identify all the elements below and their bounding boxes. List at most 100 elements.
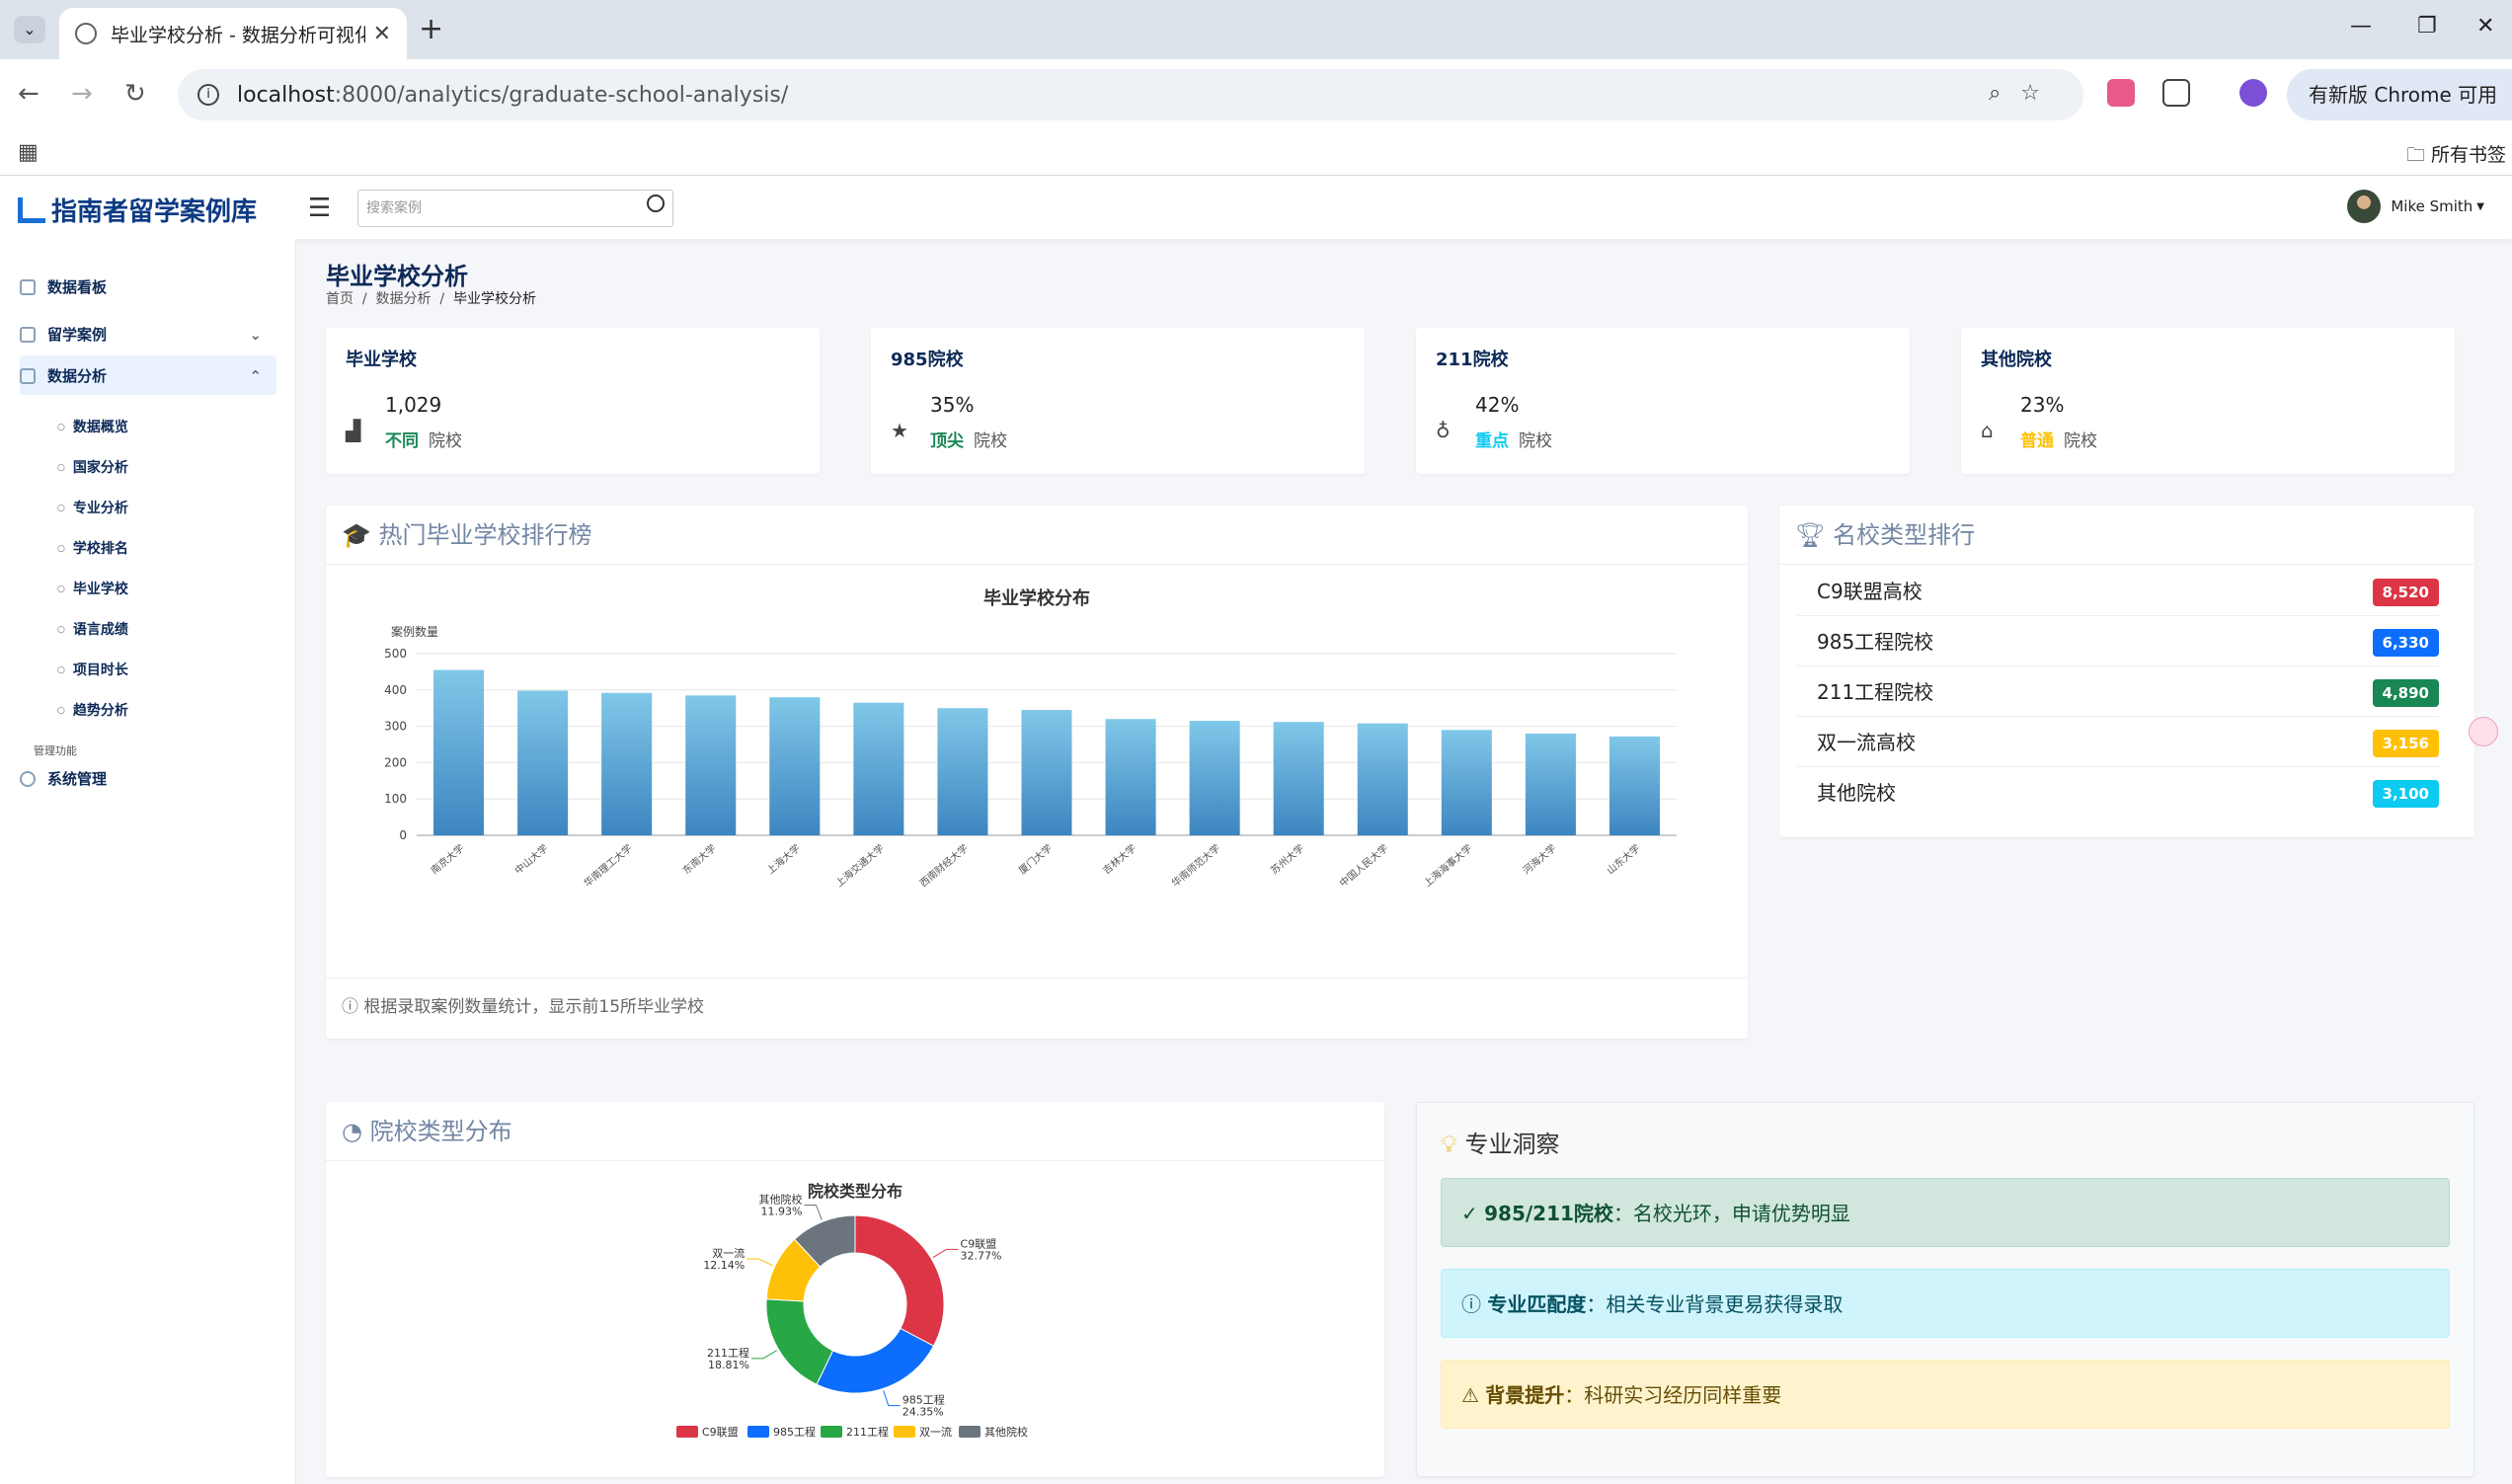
- rank-badge: 6,330: [2372, 629, 2439, 657]
- browser-tab[interactable]: 毕业学校分析 - 数据分析可视化 ✕: [59, 8, 407, 59]
- stat-title: 其他院校: [1981, 350, 2052, 370]
- breadcrumb-analytics[interactable]: 数据分析: [376, 291, 432, 307]
- pie-label: 其他院校: [758, 1192, 802, 1206]
- check-icon: ✓: [1461, 1202, 1478, 1225]
- sidebar: 数据看板 留学案例 ⌄ 数据分析 ⌃ 数据概览 国家分析 专业分析 学校排名 毕业学…: [0, 239, 296, 1484]
- logo[interactable]: 指南者留学案例库: [18, 192, 257, 228]
- rank-badge: 3,100: [2372, 780, 2439, 808]
- globe-icon: [75, 23, 97, 44]
- insight-bold: 背景提升: [1485, 1383, 1565, 1407]
- forward-button[interactable]: →: [71, 79, 93, 109]
- sidebar-sub-overview[interactable]: 数据概览: [57, 417, 128, 436]
- sidebar-sub-duration[interactable]: 项目时长: [57, 660, 128, 679]
- zoom-and-star-icons[interactable]: ⌕☆: [1989, 81, 2060, 106]
- address-bar[interactable]: i localhost:8000/analytics/graduate-scho…: [178, 69, 2083, 120]
- legend-swatch: [676, 1426, 698, 1438]
- sidebar-item-cases[interactable]: 留学案例 ⌄: [20, 324, 262, 345]
- footer-text: 根据录取案例数量统计，显示前15所毕业学校: [363, 997, 705, 1017]
- logo-mark-icon: [18, 196, 45, 223]
- close-window-button[interactable]: ✕: [2476, 14, 2494, 39]
- insight-item: ✓ 985/211院校：名校光环，申请优势明显: [1441, 1178, 2450, 1247]
- x-tick-label: 吉林大学: [1100, 841, 1138, 877]
- back-button[interactable]: ←: [18, 79, 39, 109]
- close-tab-icon[interactable]: ✕: [373, 22, 391, 46]
- stat-unit: 院校: [1519, 431, 1552, 451]
- minimize-button[interactable]: —: [2350, 14, 2372, 39]
- pie-slice: [816, 1327, 935, 1394]
- bar: [937, 708, 988, 835]
- bar: [433, 669, 485, 835]
- rank-badge: 8,520: [2372, 579, 2439, 606]
- insight-bold: 985/211院校: [1484, 1202, 1613, 1225]
- school-ranking-card: 🎓 热门毕业学校排行榜 毕业学校分布 案例数量 0 100 200 300 400 500 南京…: [326, 506, 1748, 1039]
- rank-row: 985工程院校 6,330: [1797, 617, 2439, 666]
- x-tick-label: 山东大学: [1604, 841, 1642, 877]
- legend-swatch: [959, 1426, 981, 1438]
- card-header: 🎓 热门毕业学校排行榜: [326, 506, 1748, 565]
- all-bookmarks[interactable]: 🗀 所有书签: [2406, 140, 2506, 173]
- document-icon: [20, 326, 36, 343]
- sidebar-sub-major[interactable]: 专业分析: [57, 498, 128, 517]
- stat-tag: 不同: [385, 431, 419, 451]
- profile-icon[interactable]: [2239, 79, 2267, 107]
- sidebar-label: 系统管理: [47, 770, 108, 788]
- insight-bold: 专业匹配度: [1487, 1292, 1587, 1316]
- chevron-up-icon: ⌃: [249, 366, 262, 385]
- legend-label: 985工程: [773, 1426, 816, 1439]
- reload-button[interactable]: ↻: [124, 79, 146, 109]
- sidebar-item-dashboard[interactable]: 数据看板: [20, 276, 107, 297]
- floating-translate-icon[interactable]: [2469, 717, 2498, 746]
- warning-icon: ⚠: [1461, 1383, 1479, 1407]
- translate-extension-icon[interactable]: [2107, 79, 2135, 107]
- search-icon[interactable]: [647, 195, 665, 212]
- stat-tag: 顶尖: [930, 431, 964, 451]
- apps-grid-icon[interactable]: ▦: [18, 140, 39, 165]
- bar: [1273, 722, 1324, 835]
- breadcrumb: 首页 / 数据分析 / 毕业学校分析: [326, 291, 537, 307]
- user-menu[interactable]: Mike Smith ▼: [2347, 190, 2484, 223]
- card-footer: ⓘ 根据录取案例数量统计，显示前15所毕业学校: [326, 977, 1748, 1031]
- x-tick-label: 上海大学: [764, 841, 803, 877]
- new-tab-button[interactable]: +: [419, 12, 443, 46]
- sidebar-sub-trend[interactable]: 趋势分析: [57, 700, 128, 720]
- pie-slice: [854, 1214, 945, 1347]
- extensions-icon[interactable]: [2162, 79, 2190, 107]
- breadcrumb-home[interactable]: 首页: [326, 291, 353, 307]
- page-title: 毕业学校分析: [326, 263, 468, 290]
- star-icon: ★: [891, 419, 908, 442]
- stat-card-other: 其他院校 ⌂ 23% 普通 院校: [1961, 328, 2455, 474]
- sidebar-sub-graduate-school[interactable]: 毕业学校: [57, 579, 128, 598]
- site-info-icon[interactable]: i: [197, 84, 219, 106]
- sidebar-sub-language[interactable]: 语言成绩: [57, 619, 128, 639]
- tab-search-button[interactable]: ⌄: [14, 16, 45, 43]
- chart-title: 毕业学校分布: [983, 587, 1090, 609]
- graduation-cap-icon: 🎓: [342, 521, 371, 549]
- sidebar-sub-country[interactable]: 国家分析: [57, 457, 128, 477]
- card-header: ◔ 院校类型分布: [326, 1102, 1384, 1161]
- y-tick-label: 500: [384, 647, 407, 661]
- stat-title: 毕业学校: [346, 350, 417, 370]
- school-type-distribution-card: ◔ 院校类型分布 院校类型分布 C9联盟 32.77% 985工程 24.35% 211工…: [326, 1102, 1384, 1477]
- chevron-down-icon: ⌄: [249, 325, 262, 344]
- x-tick-label: 西南财经大学: [917, 841, 971, 890]
- browser-toolbar: ← → ↻ i localhost:8000/analytics/graduat…: [0, 59, 2512, 130]
- search-input[interactable]: 搜索案例: [357, 190, 673, 227]
- pie-label-line: [750, 1350, 777, 1360]
- stat-tag: 普通: [2020, 431, 2054, 451]
- insight-card: 💡︎ 专业洞察 ✓ 985/211院校：名校光环，申请优势明显 ⓘ 专业匹配度：…: [1416, 1102, 2474, 1477]
- y-tick-label: 200: [384, 755, 407, 769]
- bar-chart: 毕业学校分布案例数量 0 100 200 300 400 500 南京大学 中山大学 华南理工大学…: [384, 587, 1677, 890]
- stat-value: 42%: [1475, 393, 1520, 417]
- chrome-update-button[interactable]: 有新版 Chrome 可用: [2287, 69, 2512, 120]
- pie-label: 双一流: [712, 1246, 745, 1260]
- sidebar-item-analytics[interactable]: 数据分析 ⌃: [20, 365, 262, 386]
- stat-card-985: 985院校 ★ 35% 顶尖 院校: [871, 328, 1365, 474]
- menu-toggle-icon[interactable]: ☰: [308, 194, 331, 223]
- restore-button[interactable]: ❐: [2417, 14, 2437, 39]
- card-title: 院校类型分布: [369, 1118, 512, 1145]
- sidebar-section-title: 管理功能: [34, 744, 77, 757]
- stat-unit: 院校: [974, 431, 1007, 451]
- chart-title: 院校类型分布: [808, 1182, 903, 1201]
- sidebar-item-admin[interactable]: 系统管理: [20, 768, 107, 789]
- sidebar-sub-ranking[interactable]: 学校排名: [57, 538, 128, 558]
